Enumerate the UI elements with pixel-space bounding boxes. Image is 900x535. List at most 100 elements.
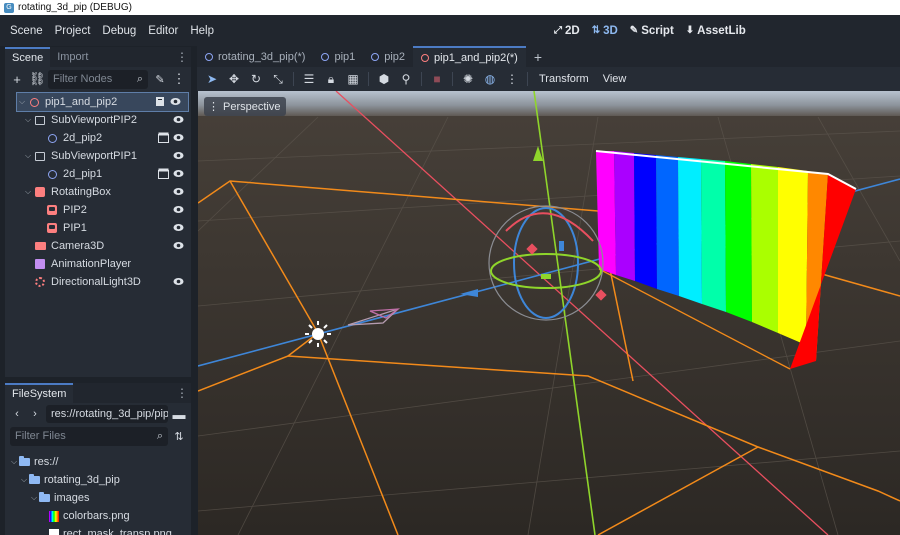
tab-filesystem[interactable]: FileSystem bbox=[5, 383, 74, 403]
scene-tab-active[interactable]: pip1_and_pip2(*) bbox=[413, 46, 526, 67]
folder-item[interactable]: ⌵ rotating_3d_pip bbox=[5, 471, 191, 489]
group-icon[interactable]: ▦ bbox=[346, 72, 360, 86]
scene-tree-node[interactable]: PIP2 bbox=[5, 201, 191, 219]
node-name-label: SubViewportPIP2 bbox=[51, 114, 138, 126]
visibility-eye-icon[interactable] bbox=[173, 240, 184, 251]
local-space-icon[interactable]: ⬢ bbox=[377, 72, 391, 86]
list-select-icon[interactable]: ☰ bbox=[302, 72, 316, 86]
filesystem-dock: FileSystem ⋮ ‹ › res://rotating_3d_pip/p… bbox=[5, 383, 191, 535]
visibility-eye-icon[interactable] bbox=[173, 204, 184, 215]
transform-menu[interactable]: Transform bbox=[536, 73, 592, 85]
folder-item[interactable]: ⌵ images bbox=[5, 489, 191, 507]
scene-tree-node[interactable]: ⌵ SubViewportPIP2 bbox=[5, 111, 191, 129]
view-menu[interactable]: View bbox=[600, 73, 630, 85]
move-tool-icon[interactable]: ✥ bbox=[227, 72, 241, 86]
menu-scene[interactable]: Scene bbox=[4, 25, 49, 37]
link-icon[interactable]: ⛓ bbox=[29, 71, 46, 87]
filter-files-input[interactable]: Filter Files ⌕ bbox=[10, 426, 168, 446]
light-icon bbox=[33, 276, 47, 288]
split-view-icon[interactable]: ▬ bbox=[172, 407, 186, 422]
mode-2d-button[interactable]: ⤢ 2D bbox=[554, 25, 580, 37]
scene-tab[interactable]: pip2 bbox=[363, 46, 413, 67]
menu-editor[interactable]: Editor bbox=[142, 25, 184, 37]
filter-nodes-input[interactable]: Filter Nodes ⌕ bbox=[48, 69, 148, 89]
scene-tree-node[interactable]: Camera3D bbox=[5, 237, 191, 255]
snap-icon[interactable]: ⚲ bbox=[399, 72, 413, 86]
visibility-eye-icon[interactable] bbox=[170, 96, 181, 107]
dock-menu-icon[interactable]: ⋮ bbox=[176, 50, 188, 64]
visibility-eye-icon[interactable] bbox=[173, 168, 184, 179]
scale-tool-icon[interactable]: ⤡ bbox=[271, 72, 285, 87]
main-menubar: Scene Project Debug Editor Help bbox=[0, 15, 900, 46]
scene-menu-icon[interactable]: ⋮ bbox=[172, 71, 186, 87]
preview-menu-icon[interactable]: ⋮ bbox=[505, 72, 519, 86]
visibility-eye-icon[interactable] bbox=[173, 222, 184, 233]
filesystem-nav: ‹ › res://rotating_3d_pip/pip1_ ▬ bbox=[5, 403, 191, 425]
scene-tabs: rotating_3d_pip(*) pip1 pip2 pip1_and_pi… bbox=[197, 46, 900, 67]
mode-3d-button[interactable]: ⇅ 3D bbox=[592, 25, 618, 37]
node2d-icon bbox=[45, 132, 59, 144]
collapse-arrow-icon[interactable]: ⌵ bbox=[23, 187, 33, 197]
window-titlebar: G rotating_3d_pip (DEBUG) bbox=[0, 0, 900, 15]
add-node-icon[interactable]: + bbox=[10, 72, 24, 87]
scene-tree-node[interactable]: PIP1 bbox=[5, 219, 191, 237]
add-scene-tab-icon[interactable]: + bbox=[526, 46, 550, 67]
scene-tree-node[interactable]: ⌵ pip1_and_pip2 bbox=[16, 92, 189, 112]
script-icon[interactable] bbox=[155, 96, 166, 107]
file-name-label: rect_mask_transp.png bbox=[63, 528, 172, 535]
scene-tree-node[interactable]: AnimationPlayer bbox=[5, 255, 191, 273]
visibility-eye-icon[interactable] bbox=[173, 150, 184, 161]
environment-preview-icon[interactable]: ◍ bbox=[483, 72, 497, 86]
mode-script-button[interactable]: ✎ Script bbox=[630, 25, 674, 37]
visibility-eye-icon[interactable] bbox=[173, 186, 184, 197]
forward-icon[interactable]: › bbox=[28, 408, 42, 420]
menu-help[interactable]: Help bbox=[184, 25, 220, 37]
collapse-arrow-icon[interactable]: ⌵ bbox=[19, 475, 29, 485]
collapse-arrow-icon[interactable]: ⌵ bbox=[9, 457, 19, 467]
scene-tab[interactable]: rotating_3d_pip(*) bbox=[197, 46, 313, 67]
rotate-tool-icon[interactable]: ↻ bbox=[249, 72, 263, 86]
tab-import[interactable]: Import bbox=[50, 47, 95, 67]
scene-tree-node[interactable]: DirectionalLight3D bbox=[5, 273, 191, 291]
toolbar-divider bbox=[293, 72, 294, 86]
scene-tree-node[interactable]: ⌵ SubViewportPIP1 bbox=[5, 147, 191, 165]
scene-tree-node[interactable]: 2d_pip1 bbox=[5, 165, 191, 183]
camera-override-icon[interactable]: ■ bbox=[430, 72, 444, 86]
mesh-icon bbox=[45, 204, 59, 216]
perspective-menu-button[interactable]: ⋮ Perspective bbox=[204, 97, 287, 116]
godot-app-icon: G bbox=[4, 2, 14, 13]
path-field[interactable]: res://rotating_3d_pip/pip1_ bbox=[46, 405, 168, 423]
assetlib-icon: ⬇ bbox=[685, 25, 695, 36]
select-tool-icon[interactable]: ➤ bbox=[205, 72, 219, 86]
tab-scene[interactable]: Scene bbox=[5, 47, 51, 67]
collapse-arrow-icon[interactable]: ⌵ bbox=[23, 151, 33, 161]
visibility-eye-icon[interactable] bbox=[173, 114, 184, 125]
scene-tree-node[interactable]: 2d_pip2 bbox=[5, 129, 191, 147]
collapse-arrow-icon[interactable]: ⌵ bbox=[17, 97, 27, 107]
attach-script-icon[interactable]: ✎ bbox=[153, 73, 167, 86]
node2d-icon bbox=[45, 168, 59, 180]
menu-project[interactable]: Project bbox=[49, 25, 97, 37]
sun-preview-icon[interactable]: ✺ bbox=[461, 72, 475, 86]
visibility-eye-icon[interactable] bbox=[173, 132, 184, 143]
open-scene-icon[interactable] bbox=[158, 132, 169, 143]
dock-menu-icon[interactable]: ⋮ bbox=[176, 386, 188, 400]
lock-icon[interactable]: 🔒︎ bbox=[324, 72, 338, 87]
folder-item[interactable]: ⌵ res:// bbox=[5, 453, 191, 471]
visibility-eye-icon[interactable] bbox=[173, 276, 184, 287]
mode-assetlib-button[interactable]: ⬇ AssetLib bbox=[686, 25, 746, 37]
scene-tab[interactable]: pip1 bbox=[313, 46, 363, 67]
file-item[interactable]: rect_mask_transp.png bbox=[5, 525, 191, 535]
collapse-arrow-icon[interactable]: ⌵ bbox=[29, 493, 39, 503]
collapse-arrow-icon[interactable]: ⌵ bbox=[23, 115, 33, 125]
open-scene-icon[interactable] bbox=[158, 168, 169, 179]
back-icon[interactable]: ‹ bbox=[10, 408, 24, 420]
node-name-label: PIP2 bbox=[63, 204, 87, 216]
scene-tree-node[interactable]: ⌵ RotatingBox bbox=[5, 183, 191, 201]
node2d-icon bbox=[321, 52, 330, 61]
3d-icon: ⇅ bbox=[591, 25, 601, 36]
3d-viewport[interactable]: ⋮ Perspective bbox=[198, 91, 900, 535]
file-item[interactable]: colorbars.png bbox=[5, 507, 191, 525]
menu-debug[interactable]: Debug bbox=[96, 25, 142, 37]
sort-icon[interactable]: ⇅ bbox=[172, 430, 186, 443]
